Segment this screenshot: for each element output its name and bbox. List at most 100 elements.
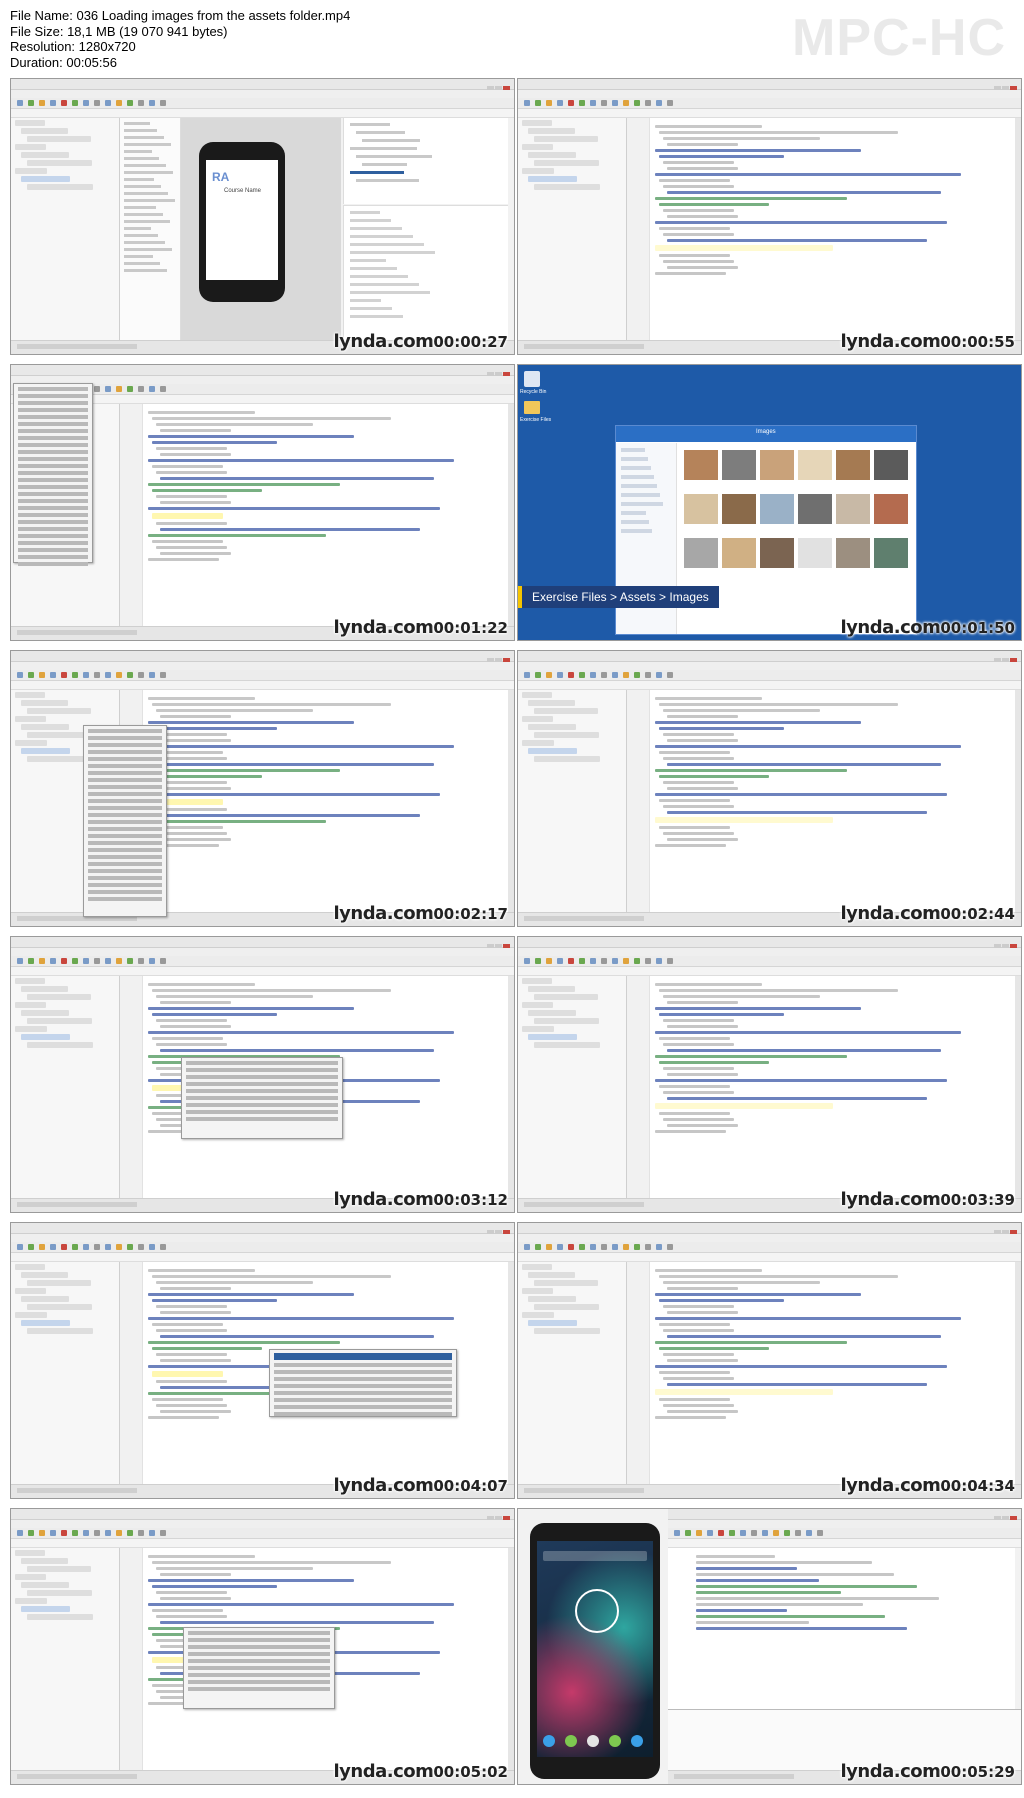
- menu-item[interactable]: [18, 464, 88, 468]
- palette-item[interactable]: [124, 227, 151, 230]
- menu-item[interactable]: [18, 555, 88, 559]
- toolbar-button-icon[interactable]: [138, 958, 144, 964]
- project-tree-item[interactable]: [534, 184, 600, 190]
- menu-item[interactable]: [18, 387, 88, 391]
- toolbar-button-icon[interactable]: [656, 672, 662, 678]
- toolbar-button-icon[interactable]: [83, 1244, 89, 1250]
- toolbar-button-icon[interactable]: [524, 672, 530, 678]
- menu-item[interactable]: [18, 534, 88, 538]
- menu-item[interactable]: [18, 548, 88, 552]
- project-tree-item[interactable]: [522, 692, 552, 698]
- toolbar-button-icon[interactable]: [590, 100, 596, 106]
- toolbar-button-icon[interactable]: [557, 958, 563, 964]
- project-tree-item[interactable]: [528, 748, 577, 754]
- autocomplete-item[interactable]: [188, 1631, 330, 1635]
- context-menu[interactable]: [83, 725, 167, 917]
- toolbar-button-icon[interactable]: [568, 958, 574, 964]
- project-tree-item[interactable]: [21, 1272, 68, 1278]
- autocomplete-item[interactable]: [188, 1673, 330, 1677]
- component-tree-item[interactable]: [362, 163, 407, 166]
- toolbar-button-icon[interactable]: [160, 100, 166, 106]
- toolbar-button-icon[interactable]: [149, 1244, 155, 1250]
- toolbar-button-icon[interactable]: [685, 1530, 691, 1536]
- property-row[interactable]: [350, 283, 419, 286]
- project-tree-item[interactable]: [27, 1614, 93, 1620]
- toolbar-button-icon[interactable]: [61, 1530, 67, 1536]
- project-tree-item[interactable]: [15, 1264, 45, 1270]
- video-thumbnail[interactable]: lynda.com00:05:29: [517, 1508, 1022, 1785]
- autocomplete-item[interactable]: [186, 1117, 338, 1121]
- breadcrumb[interactable]: [518, 109, 1021, 118]
- toolbar-button-icon[interactable]: [579, 1244, 585, 1250]
- menu-bar[interactable]: [668, 1520, 1021, 1528]
- toolbar-button-icon[interactable]: [634, 100, 640, 106]
- toolbar-button-icon[interactable]: [105, 958, 111, 964]
- menu-bar[interactable]: [518, 662, 1021, 670]
- autocomplete-item[interactable]: [188, 1645, 330, 1649]
- app-icon[interactable]: [565, 1735, 577, 1747]
- component-tree-item[interactable]: [356, 131, 405, 134]
- palette-item[interactable]: [124, 241, 165, 244]
- toolbar-button-icon[interactable]: [72, 100, 78, 106]
- toolbar-button-icon[interactable]: [634, 1244, 640, 1250]
- toolbar-button-icon[interactable]: [751, 1530, 757, 1536]
- toolbar-button-icon[interactable]: [623, 100, 629, 106]
- toolbar-button-icon[interactable]: [39, 958, 45, 964]
- project-tree-item[interactable]: [21, 1606, 70, 1612]
- toolbar-button-icon[interactable]: [28, 1530, 34, 1536]
- toolbar-button-icon[interactable]: [568, 100, 574, 106]
- property-row[interactable]: [350, 259, 386, 262]
- video-thumbnail[interactable]: lynda.com00:03:39: [517, 936, 1022, 1213]
- menu-item[interactable]: [18, 415, 88, 419]
- toolbar-button-icon[interactable]: [546, 100, 552, 106]
- autocomplete-item[interactable]: [274, 1353, 452, 1360]
- code-editor[interactable]: [627, 1262, 1015, 1484]
- menu-item[interactable]: [18, 401, 88, 405]
- toolbar-button-icon[interactable]: [535, 672, 541, 678]
- menu-item[interactable]: [88, 834, 162, 838]
- google-search-bar[interactable]: [543, 1551, 647, 1561]
- project-tree-item[interactable]: [27, 1304, 92, 1310]
- project-tree-item[interactable]: [21, 152, 69, 158]
- nav-item[interactable]: [621, 457, 648, 461]
- menu-bar[interactable]: [11, 1520, 514, 1528]
- toolbar-button-icon[interactable]: [590, 672, 596, 678]
- breadcrumb[interactable]: [518, 1253, 1021, 1262]
- palette-item[interactable]: [124, 164, 166, 167]
- toolbar-button-icon[interactable]: [94, 386, 100, 392]
- property-row[interactable]: [350, 299, 381, 302]
- nav-item[interactable]: [621, 502, 663, 506]
- project-tree-item[interactable]: [21, 986, 68, 992]
- property-row[interactable]: [350, 243, 424, 246]
- video-thumbnail[interactable]: lynda.com00:02:44: [517, 650, 1022, 927]
- project-tree-item[interactable]: [15, 120, 45, 126]
- toolbar-button-icon[interactable]: [590, 958, 596, 964]
- toolbar-button-icon[interactable]: [61, 958, 67, 964]
- project-tree-item[interactable]: [522, 1026, 554, 1032]
- toolbar-button-icon[interactable]: [579, 100, 585, 106]
- menu-item[interactable]: [18, 422, 88, 426]
- nav-item[interactable]: [621, 475, 654, 479]
- property-row[interactable]: [350, 219, 391, 222]
- project-tree-item[interactable]: [528, 1320, 577, 1326]
- toolbar-button-icon[interactable]: [39, 672, 45, 678]
- project-tree-item[interactable]: [21, 1034, 70, 1040]
- toolbar-button-icon[interactable]: [39, 1530, 45, 1536]
- toolbar-button-icon[interactable]: [579, 958, 585, 964]
- autocomplete-popup[interactable]: [181, 1057, 343, 1139]
- project-tree-item[interactable]: [528, 724, 576, 730]
- project-tree-item[interactable]: [27, 1042, 93, 1048]
- toolbar-button-icon[interactable]: [160, 1530, 166, 1536]
- toolbar-button-icon[interactable]: [127, 100, 133, 106]
- video-thumbnail[interactable]: RA Course Name lynda.com00:00:27: [10, 78, 515, 355]
- menu-item[interactable]: [18, 485, 88, 489]
- toolbar-button-icon[interactable]: [116, 672, 122, 678]
- project-tree-item[interactable]: [522, 1002, 553, 1008]
- autocomplete-item[interactable]: [186, 1089, 338, 1093]
- toolbar-button-icon[interactable]: [105, 100, 111, 106]
- project-tree-item[interactable]: [27, 994, 91, 1000]
- property-row[interactable]: [350, 307, 392, 310]
- project-tree-item[interactable]: [15, 1288, 46, 1294]
- toolbar-button-icon[interactable]: [590, 1244, 596, 1250]
- component-tree-item[interactable]: [356, 155, 432, 158]
